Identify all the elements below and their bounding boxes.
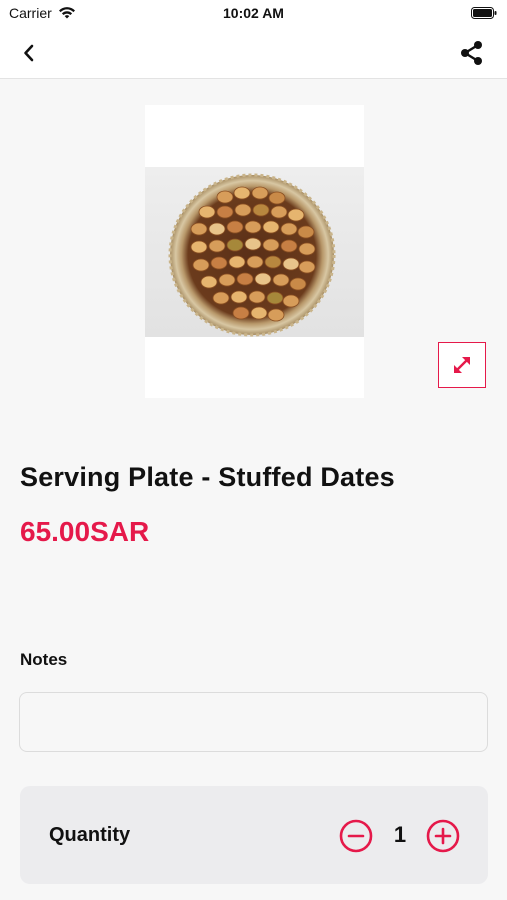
product-image[interactable]: [145, 105, 364, 398]
notes-label: Notes: [20, 650, 68, 669]
share-button[interactable]: [457, 38, 487, 68]
stuffed-dates-plate-illustration: [168, 173, 336, 337]
chevron-left-icon: [24, 44, 34, 62]
share-icon: [461, 41, 482, 65]
increment-quantity-button[interactable]: [426, 819, 460, 853]
expand-arrows-icon: [454, 357, 470, 373]
plus-circle-icon: [426, 819, 460, 853]
quantity-card: Quantity 1: [20, 786, 488, 884]
status-bar: Carrier 10:02 AM: [0, 0, 507, 28]
back-button[interactable]: [14, 40, 44, 66]
navigation-bar: [0, 28, 507, 79]
quantity-value: 1: [393, 822, 407, 847]
expand-image-button[interactable]: [438, 342, 486, 388]
decrement-quantity-button[interactable]: [339, 819, 373, 853]
status-time: 10:02 AM: [223, 5, 284, 21]
product-title: Serving Plate - Stuffed Dates: [20, 462, 395, 492]
quantity-label: Quantity: [49, 824, 131, 846]
product-price: 65.00SAR: [20, 516, 150, 547]
product-photo: [145, 167, 364, 337]
battery-icon: [471, 7, 497, 19]
notes-input[interactable]: [19, 692, 488, 752]
minus-circle-icon: [339, 819, 373, 853]
